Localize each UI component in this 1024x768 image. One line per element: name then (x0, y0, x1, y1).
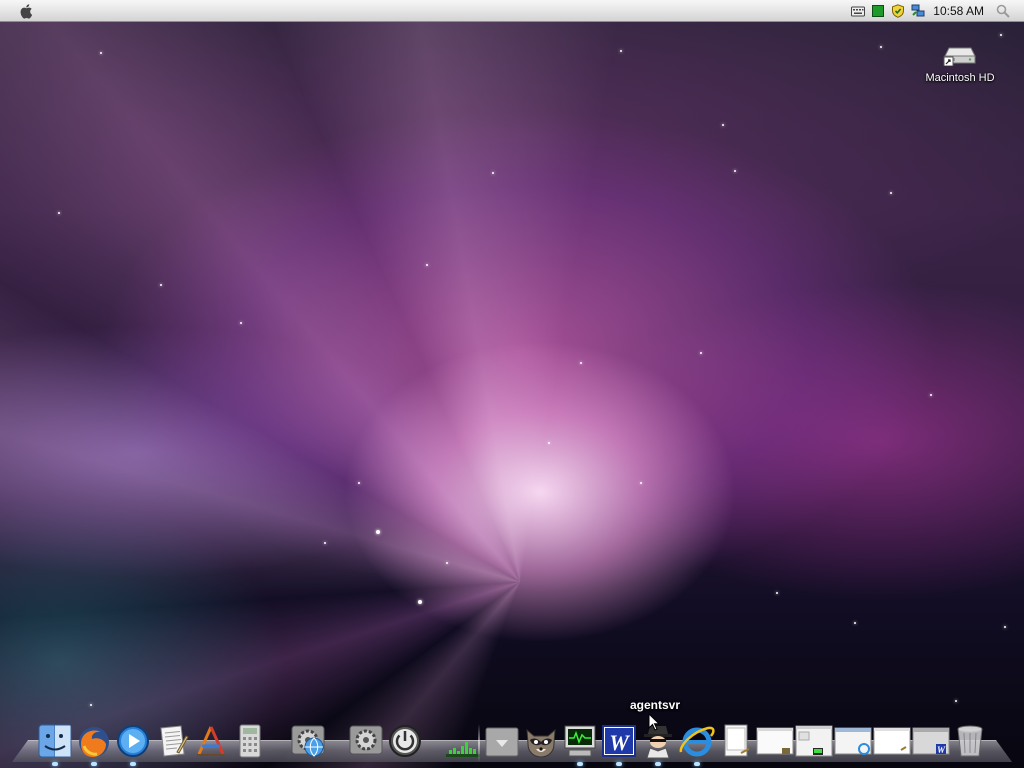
star (890, 192, 892, 194)
dock-item-minimized-window[interactable] (795, 722, 833, 760)
dock-item-system-monitor[interactable] (561, 722, 599, 760)
star (376, 530, 380, 534)
dock-item-raccoon-agent[interactable] (522, 722, 560, 760)
mouse-pointer-icon (648, 713, 660, 731)
svg-text:W: W (609, 730, 630, 755)
power-icon (389, 725, 421, 757)
star (492, 172, 494, 174)
running-indicator (130, 762, 136, 766)
window-thumbnail-icon (795, 725, 833, 757)
star (1004, 626, 1006, 628)
activity-graph-icon (446, 742, 480, 757)
dock-item-activity-graph[interactable] (444, 722, 482, 760)
window-thumbnail-icon (834, 727, 872, 755)
dock-item-downloads-stack[interactable] (483, 722, 521, 760)
trash-icon (957, 725, 983, 757)
downloads-stack-icon (485, 727, 519, 757)
globe-icon (304, 737, 324, 757)
word-icon: W (602, 725, 636, 757)
star (418, 600, 422, 604)
finder-icon (38, 724, 72, 758)
document-icon (724, 724, 750, 757)
dock-item-media-player[interactable] (114, 722, 152, 760)
star (1000, 34, 1002, 36)
star (700, 352, 702, 354)
star (955, 700, 957, 702)
svg-text:W: W (937, 745, 946, 755)
firefox-icon (79, 727, 109, 757)
menu-clock[interactable]: 10:58 AM (933, 4, 984, 18)
running-indicator (52, 762, 58, 766)
hard-drive-icon (943, 47, 976, 66)
calculator-icon (239, 724, 261, 758)
dock-item-finder[interactable] (36, 722, 74, 760)
star (100, 52, 102, 54)
apple-logo-icon[interactable] (19, 3, 35, 19)
star (548, 442, 550, 444)
dock-item-text-editor[interactable] (153, 722, 191, 760)
dock-item-minimized-window[interactable] (756, 722, 794, 760)
running-indicator (655, 762, 661, 766)
shield-icon[interactable] (891, 4, 905, 18)
desktop-wallpaper (0, 22, 1024, 768)
star (722, 124, 724, 126)
dock-item-calculator[interactable] (231, 722, 269, 760)
dock-item-app-store[interactable] (192, 722, 230, 760)
window-thumbnail-icon (756, 727, 794, 755)
keyboard-icon[interactable] (851, 4, 866, 18)
dock-item-trash[interactable] (951, 722, 989, 760)
status-tray: 10:58 AM (851, 3, 1010, 19)
dock-item-word[interactable]: W (600, 722, 638, 760)
aurora-rays (0, 22, 1024, 768)
magnifier-icon[interactable] (996, 4, 1010, 18)
text-editor-icon (160, 725, 189, 757)
running-indicator (694, 762, 700, 766)
dock-separator (478, 724, 480, 762)
window-thumbnail-icon (873, 727, 911, 755)
star (930, 394, 932, 396)
star (358, 482, 360, 484)
star (90, 704, 92, 706)
dock-item-document[interactable] (717, 722, 755, 760)
dock-item-minimized-window[interactable]: W (912, 722, 950, 760)
desktop-icon-label: Macintosh HD (925, 72, 995, 84)
dock-item-internet-explorer[interactable] (678, 722, 716, 760)
running-indicator (616, 762, 622, 766)
raccoon-agent-icon (526, 728, 556, 758)
star (240, 322, 242, 324)
running-indicator (577, 762, 583, 766)
app-store-icon (197, 726, 225, 756)
star (880, 46, 882, 48)
star (620, 50, 622, 52)
running-indicator (91, 762, 97, 766)
star (734, 170, 736, 172)
desktop-icon-macintosh-hd[interactable]: Macintosh HD (924, 42, 996, 84)
media-player-icon (117, 725, 149, 757)
star (446, 562, 448, 564)
dock-tooltip: agentsvr (629, 698, 681, 712)
star (580, 362, 582, 364)
network-icon[interactable] (911, 4, 925, 18)
star (640, 482, 642, 484)
settings-update-icon (349, 725, 383, 755)
dock-item-shutdown[interactable] (386, 722, 424, 760)
green-square-icon[interactable] (871, 4, 885, 18)
internet-explorer-icon (679, 726, 715, 757)
star (160, 284, 162, 286)
menu-bar: 10:58 AM (0, 0, 1024, 22)
dock-item-minimized-window[interactable] (873, 722, 911, 760)
star (324, 542, 326, 544)
star (58, 212, 60, 214)
window-thumbnail-icon: W (912, 727, 950, 755)
star (426, 264, 428, 266)
dock-badge-globe (303, 736, 325, 758)
star (854, 622, 856, 624)
dock-item-software-update[interactable] (347, 722, 385, 760)
star (776, 592, 778, 594)
dock-item-minimized-window[interactable] (834, 722, 872, 760)
dock-item-firefox[interactable] (75, 722, 113, 760)
system-monitor-icon (564, 725, 596, 757)
